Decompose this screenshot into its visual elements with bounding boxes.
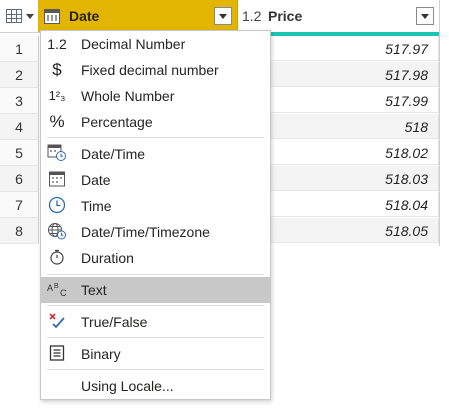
percent-icon: %	[49, 112, 65, 131]
menu-item-label: Binary	[81, 346, 121, 362]
menu-item-duration[interactable]: Duration	[41, 245, 270, 271]
text-type-icon: ABC	[46, 280, 68, 300]
decimal-icon: 1.2	[47, 36, 67, 52]
menu-item-text[interactable]: ABC Text	[41, 277, 270, 303]
row-number[interactable]: 2	[0, 62, 39, 88]
menu-item-label: Percentage	[81, 114, 153, 130]
menu-item-percentage[interactable]: % Percentage	[41, 109, 270, 135]
column-header-price[interactable]: 1.2 Price	[238, 0, 440, 33]
svg-text:A: A	[47, 283, 53, 293]
clock-icon	[46, 196, 68, 216]
chevron-down-icon	[26, 14, 34, 19]
column-header-date[interactable]: Date	[38, 0, 238, 33]
menu-item-label: True/False	[81, 314, 148, 330]
row-number[interactable]: 1	[0, 36, 39, 62]
row-number[interactable]: 3	[0, 88, 39, 114]
decimal-type-icon[interactable]: 1.2	[242, 8, 261, 24]
true-false-icon	[46, 312, 68, 332]
stopwatch-icon	[46, 248, 68, 268]
binary-icon	[46, 344, 68, 364]
column-header-label: Date	[69, 8, 100, 24]
row-number[interactable]: 4	[0, 114, 39, 140]
menu-item-label: Date	[81, 172, 111, 188]
row-number[interactable]: 5	[0, 140, 39, 166]
dollar-icon: $	[52, 60, 62, 79]
menu-item-label: Text	[81, 282, 107, 298]
whole-number-icon: 1²₃	[48, 88, 66, 103]
menu-item-label: Whole Number	[81, 88, 175, 104]
menu-item-time[interactable]: Time	[41, 193, 270, 219]
svg-text:B: B	[54, 283, 59, 290]
column-filter-button[interactable]	[214, 7, 232, 25]
menu-item-label: Duration	[81, 250, 134, 266]
datetime-icon	[46, 144, 68, 164]
menu-separator	[47, 337, 264, 338]
table-menu-button[interactable]	[0, 0, 39, 33]
menu-item-binary[interactable]: Binary	[41, 341, 270, 367]
menu-item-label: Date/Time	[81, 146, 146, 162]
menu-item-label: Using Locale...	[81, 378, 174, 394]
column-filter-button[interactable]	[416, 7, 434, 25]
row-number[interactable]: 6	[0, 166, 39, 192]
calendar-icon	[44, 9, 60, 24]
menu-separator	[47, 305, 264, 306]
menu-item-label: Decimal Number	[81, 36, 186, 52]
menu-item-datetime-timezone[interactable]: Date/Time/Timezone	[41, 219, 270, 245]
menu-item-using-locale[interactable]: Using Locale...	[41, 373, 270, 399]
menu-item-label: Date/Time/Timezone	[81, 224, 210, 240]
menu-item-label: Fixed decimal number	[81, 62, 219, 78]
menu-item-date[interactable]: Date	[41, 167, 270, 193]
menu-item-datetime[interactable]: Date/Time	[41, 141, 270, 167]
svg-text:C: C	[60, 288, 67, 298]
menu-item-whole-number[interactable]: 1²₃ Whole Number	[41, 83, 270, 109]
menu-separator	[47, 369, 264, 370]
table-icon	[6, 9, 22, 23]
menu-item-true-false[interactable]: True/False	[41, 309, 270, 335]
menu-item-fixed-decimal[interactable]: $ Fixed decimal number	[41, 57, 270, 83]
menu-item-decimal-number[interactable]: 1.2 Decimal Number	[41, 31, 270, 57]
data-type-menu: 1.2 Decimal Number $ Fixed decimal numbe…	[40, 30, 271, 400]
menu-item-label: Time	[81, 198, 112, 214]
row-number[interactable]: 7	[0, 192, 39, 218]
row-number[interactable]: 8	[0, 218, 39, 244]
menu-separator	[47, 274, 264, 275]
globe-clock-icon	[46, 222, 68, 242]
calendar-icon	[46, 170, 68, 190]
column-header-label: Price	[268, 8, 303, 24]
menu-separator	[47, 137, 264, 138]
